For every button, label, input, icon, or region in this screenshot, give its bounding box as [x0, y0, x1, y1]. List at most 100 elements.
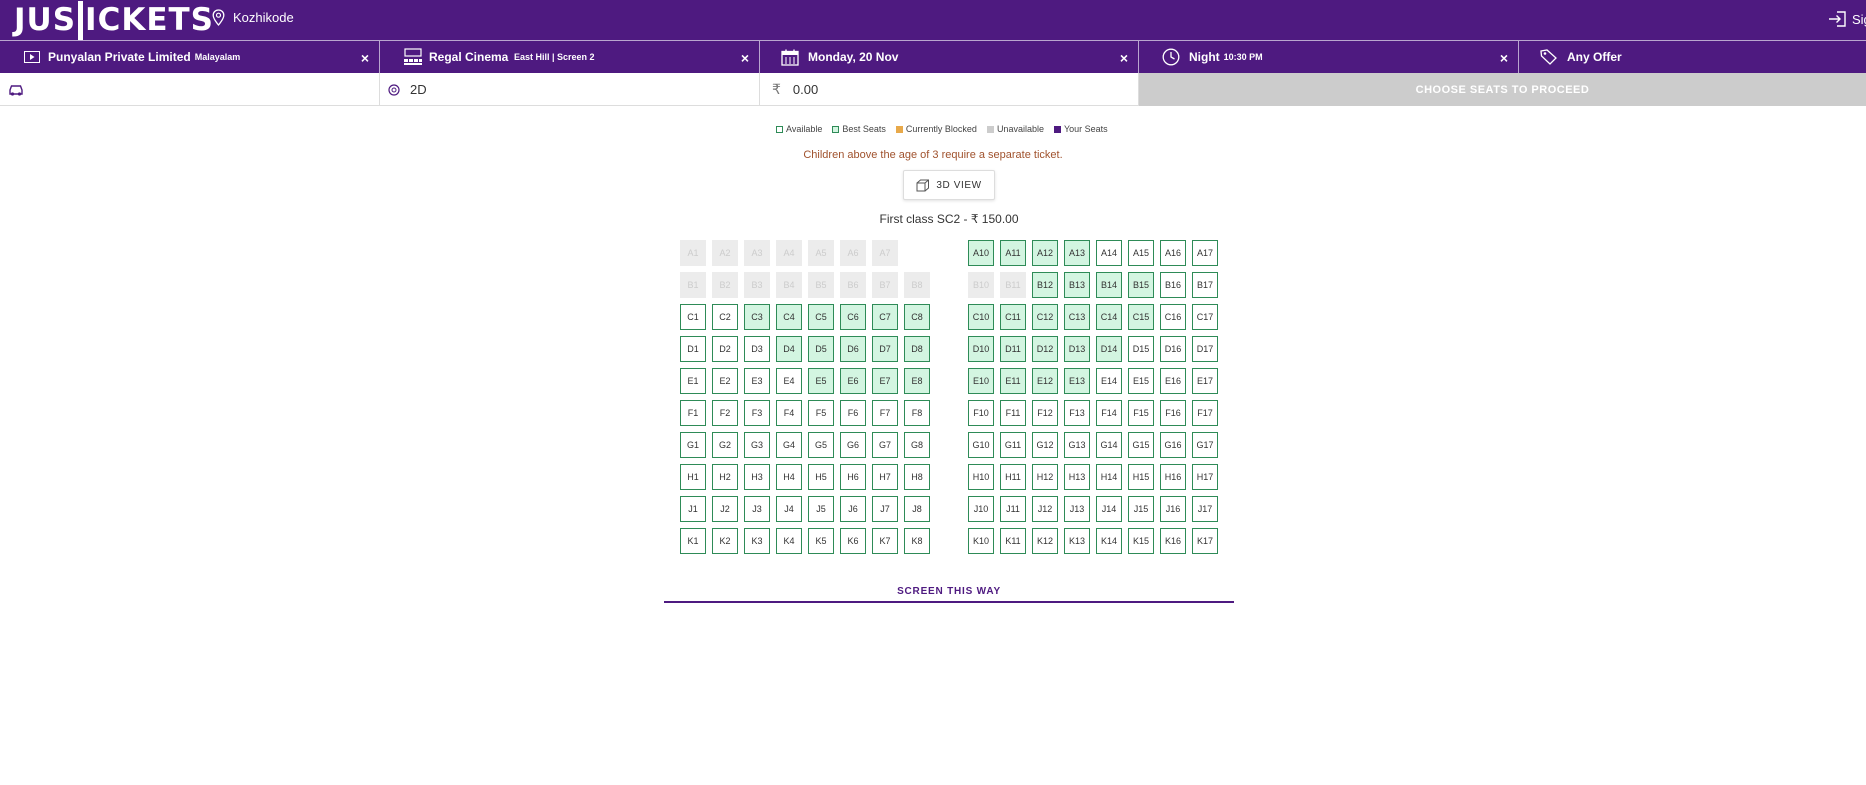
- seat-C3[interactable]: C3: [744, 304, 770, 330]
- seat-E15[interactable]: E15: [1128, 368, 1154, 394]
- seat-F6[interactable]: F6: [840, 400, 866, 426]
- seat-B17[interactable]: B17: [1192, 272, 1218, 298]
- seat-A14[interactable]: A14: [1096, 240, 1122, 266]
- seat-K12[interactable]: K12: [1032, 528, 1058, 554]
- seat-E17[interactable]: E17: [1192, 368, 1218, 394]
- seat-G5[interactable]: G5: [808, 432, 834, 458]
- clear-date-close-icon[interactable]: ×: [1120, 50, 1128, 66]
- seat-G16[interactable]: G16: [1160, 432, 1186, 458]
- seat-H8[interactable]: H8: [904, 464, 930, 490]
- seat-G11[interactable]: G11: [1000, 432, 1026, 458]
- seat-C6[interactable]: C6: [840, 304, 866, 330]
- seat-A15[interactable]: A15: [1128, 240, 1154, 266]
- seat-A17[interactable]: A17: [1192, 240, 1218, 266]
- seat-J1[interactable]: J1: [680, 496, 706, 522]
- seat-G13[interactable]: G13: [1064, 432, 1090, 458]
- seat-H14[interactable]: H14: [1096, 464, 1122, 490]
- seat-H16[interactable]: H16: [1160, 464, 1186, 490]
- seat-G8[interactable]: G8: [904, 432, 930, 458]
- seat-G15[interactable]: G15: [1128, 432, 1154, 458]
- seat-J15[interactable]: J15: [1128, 496, 1154, 522]
- seat-C15[interactable]: C15: [1128, 304, 1154, 330]
- seat-count-cell[interactable]: [0, 73, 380, 106]
- seat-H1[interactable]: H1: [680, 464, 706, 490]
- seat-J3[interactable]: J3: [744, 496, 770, 522]
- seat-H15[interactable]: H15: [1128, 464, 1154, 490]
- seat-H12[interactable]: H12: [1032, 464, 1058, 490]
- seat-A13[interactable]: A13: [1064, 240, 1090, 266]
- seat-J6[interactable]: J6: [840, 496, 866, 522]
- seat-F5[interactable]: F5: [808, 400, 834, 426]
- clear-cinema-close-icon[interactable]: ×: [741, 50, 749, 66]
- seat-E6[interactable]: E6: [840, 368, 866, 394]
- seat-F17[interactable]: F17: [1192, 400, 1218, 426]
- seat-B15[interactable]: B15: [1128, 272, 1154, 298]
- seat-J11[interactable]: J11: [1000, 496, 1026, 522]
- seat-C8[interactable]: C8: [904, 304, 930, 330]
- seat-F12[interactable]: F12: [1032, 400, 1058, 426]
- seat-F11[interactable]: F11: [1000, 400, 1026, 426]
- seat-J12[interactable]: J12: [1032, 496, 1058, 522]
- seat-K15[interactable]: K15: [1128, 528, 1154, 554]
- seat-G2[interactable]: G2: [712, 432, 738, 458]
- clear-movie-close-icon[interactable]: ×: [361, 50, 369, 66]
- seat-E16[interactable]: E16: [1160, 368, 1186, 394]
- seat-K3[interactable]: K3: [744, 528, 770, 554]
- seat-E13[interactable]: E13: [1064, 368, 1090, 394]
- seat-D6[interactable]: D6: [840, 336, 866, 362]
- seat-A16[interactable]: A16: [1160, 240, 1186, 266]
- seat-K8[interactable]: K8: [904, 528, 930, 554]
- seat-F1[interactable]: F1: [680, 400, 706, 426]
- seat-D5[interactable]: D5: [808, 336, 834, 362]
- seat-H10[interactable]: H10: [968, 464, 994, 490]
- seat-J14[interactable]: J14: [1096, 496, 1122, 522]
- seat-F2[interactable]: F2: [712, 400, 738, 426]
- seat-F15[interactable]: F15: [1128, 400, 1154, 426]
- seat-J7[interactable]: J7: [872, 496, 898, 522]
- seat-A11[interactable]: A11: [1000, 240, 1026, 266]
- seat-E10[interactable]: E10: [968, 368, 994, 394]
- seat-F4[interactable]: F4: [776, 400, 802, 426]
- seat-K1[interactable]: K1: [680, 528, 706, 554]
- seat-D2[interactable]: D2: [712, 336, 738, 362]
- seat-D11[interactable]: D11: [1000, 336, 1026, 362]
- seat-E8[interactable]: E8: [904, 368, 930, 394]
- seat-D8[interactable]: D8: [904, 336, 930, 362]
- seat-F7[interactable]: F7: [872, 400, 898, 426]
- seat-A10[interactable]: A10: [968, 240, 994, 266]
- seat-E2[interactable]: E2: [712, 368, 738, 394]
- seat-J17[interactable]: J17: [1192, 496, 1218, 522]
- seat-K10[interactable]: K10: [968, 528, 994, 554]
- seat-K14[interactable]: K14: [1096, 528, 1122, 554]
- seat-H5[interactable]: H5: [808, 464, 834, 490]
- seat-B14[interactable]: B14: [1096, 272, 1122, 298]
- seat-D16[interactable]: D16: [1160, 336, 1186, 362]
- seat-E1[interactable]: E1: [680, 368, 706, 394]
- seat-H6[interactable]: H6: [840, 464, 866, 490]
- seat-D3[interactable]: D3: [744, 336, 770, 362]
- seat-K2[interactable]: K2: [712, 528, 738, 554]
- seat-D17[interactable]: D17: [1192, 336, 1218, 362]
- seat-G14[interactable]: G14: [1096, 432, 1122, 458]
- seat-C7[interactable]: C7: [872, 304, 898, 330]
- seat-G4[interactable]: G4: [776, 432, 802, 458]
- seat-C10[interactable]: C10: [968, 304, 994, 330]
- seat-K4[interactable]: K4: [776, 528, 802, 554]
- choose-seats-proceed-button[interactable]: CHOOSE SEATS TO PROCEED: [1139, 73, 1866, 106]
- seat-E14[interactable]: E14: [1096, 368, 1122, 394]
- seat-D15[interactable]: D15: [1128, 336, 1154, 362]
- seat-J13[interactable]: J13: [1064, 496, 1090, 522]
- seat-F3[interactable]: F3: [744, 400, 770, 426]
- seat-K6[interactable]: K6: [840, 528, 866, 554]
- seat-E11[interactable]: E11: [1000, 368, 1026, 394]
- seat-F10[interactable]: F10: [968, 400, 994, 426]
- seat-G10[interactable]: G10: [968, 432, 994, 458]
- seat-J16[interactable]: J16: [1160, 496, 1186, 522]
- seat-C11[interactable]: C11: [1000, 304, 1026, 330]
- seat-B13[interactable]: B13: [1064, 272, 1090, 298]
- seat-J2[interactable]: J2: [712, 496, 738, 522]
- seat-G7[interactable]: G7: [872, 432, 898, 458]
- location-selector[interactable]: Kozhikode: [212, 9, 294, 26]
- seat-F13[interactable]: F13: [1064, 400, 1090, 426]
- seat-D12[interactable]: D12: [1032, 336, 1058, 362]
